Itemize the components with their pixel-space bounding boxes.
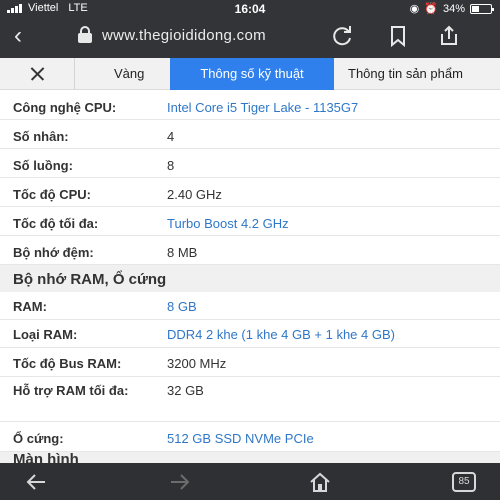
spec-value: 8 MB	[167, 245, 198, 260]
spec-row-threads: Số luồng: 8	[0, 149, 500, 178]
spec-value: 32 GB	[167, 383, 204, 398]
spec-row-max-speed: Tốc độ tối đa: Turbo Boost 4.2 GHz	[0, 207, 500, 236]
spec-row-storage: Ổ cứng: 512 GB SSD NVMe PCIe	[0, 422, 500, 452]
spec-row-bus-speed: Tốc độ Bus RAM: 3200 MHz	[0, 348, 500, 377]
spec-value: 8	[167, 158, 175, 173]
browser-top-chrome: Viettel LTE 16:04 ◉ ⏰ 34% ‹ www.thegioid…	[0, 0, 500, 58]
spec-label: Hỗ trợ RAM tối đa:	[13, 383, 129, 398]
section-title: Màn hình	[13, 451, 79, 463]
battery-icon	[470, 3, 494, 14]
section-title: Bộ nhớ RAM, Ổ cứng	[13, 271, 167, 288]
tab-color-vang[interactable]: Vàng	[114, 58, 144, 90]
spec-label: Số luồng:	[13, 158, 73, 173]
spec-value-link[interactable]: 512 GB SSD NVMe PCIe	[167, 431, 314, 447]
spec-value-link[interactable]: Intel Core i5 Tiger Lake - 1135G7	[167, 100, 358, 116]
spec-value: 3200 MHz	[167, 356, 227, 371]
bookmark-icon[interactable]	[386, 24, 410, 48]
spec-label: Ổ cứng:	[13, 431, 64, 446]
url-text[interactable]: www.thegioididong.com	[102, 27, 266, 44]
tab-specifications[interactable]: Thông số kỹ thuật	[170, 58, 334, 90]
back-chevron-icon[interactable]: ‹	[14, 23, 38, 49]
spec-row-max-ram: Hỗ trợ RAM tối đa: 32 GB	[0, 377, 500, 422]
spec-row-cache: Bộ nhớ đệm: 8 MB	[0, 236, 500, 265]
url-bar: ‹ www.thegioididong.com	[0, 17, 500, 58]
lock-rotation-icon: ◉	[409, 3, 420, 15]
back-arrow-icon[interactable]	[24, 471, 48, 493]
home-icon[interactable]	[309, 471, 331, 493]
spec-value-link[interactable]: 8 GB	[167, 299, 197, 315]
spec-value: 2.40 GHz	[167, 187, 222, 202]
share-icon[interactable]	[437, 24, 461, 48]
forward-arrow-icon[interactable]	[168, 471, 192, 493]
browser-bottom-toolbar: 85	[0, 463, 500, 500]
spec-row-cpu-speed: Tốc độ CPU: 2.40 GHz	[0, 178, 500, 207]
spec-label: Tốc độ tối đa:	[13, 216, 99, 231]
spec-label: Số nhân:	[13, 129, 69, 144]
spec-label: RAM:	[13, 299, 47, 314]
spec-value: 4	[167, 129, 175, 144]
spec-label: Bộ nhớ đệm:	[13, 245, 94, 260]
spec-label: Loại RAM:	[13, 327, 78, 342]
spec-row-ram: RAM: 8 GB	[0, 292, 500, 320]
spec-value-link[interactable]: DDR4 2 khe (1 khe 4 GB + 1 khe 4 GB)	[167, 327, 395, 343]
status-bar: Viettel LTE 16:04 ◉ ⏰ 34%	[0, 0, 500, 17]
tab-count-button[interactable]: 85	[452, 472, 476, 492]
spec-value-link[interactable]: Turbo Boost 4.2 GHz	[167, 216, 289, 232]
section-header-display: Màn hình	[0, 451, 500, 463]
spec-row-ram-type: Loại RAM: DDR4 2 khe (1 khe 4 GB + 1 khe…	[0, 320, 500, 348]
tab-product-info[interactable]: Thông tin sản phẩm	[348, 58, 500, 90]
spec-tabs-bar: Vàng Thông số kỹ thuật Thông tin sản phẩ…	[0, 58, 500, 90]
spec-list: Công nghệ CPU: Intel Core i5 Tiger Lake …	[0, 91, 500, 463]
section-header-memory: Bộ nhớ RAM, Ổ cứng	[0, 265, 500, 292]
battery-percent: 34%	[442, 2, 465, 15]
spec-label: Công nghệ CPU:	[13, 100, 117, 115]
alarm-icon: ⏰	[424, 3, 438, 15]
tabs-divider	[74, 58, 75, 90]
spec-row-cores: Số nhân: 4	[0, 120, 500, 149]
lock-icon	[78, 26, 92, 44]
spec-row-cpu-tech: Công nghệ CPU: Intel Core i5 Tiger Lake …	[0, 91, 500, 120]
close-icon[interactable]	[20, 63, 54, 85]
spec-label: Tốc độ CPU:	[13, 187, 91, 202]
reload-icon[interactable]	[330, 24, 354, 48]
spec-label: Tốc độ Bus RAM:	[13, 356, 122, 371]
